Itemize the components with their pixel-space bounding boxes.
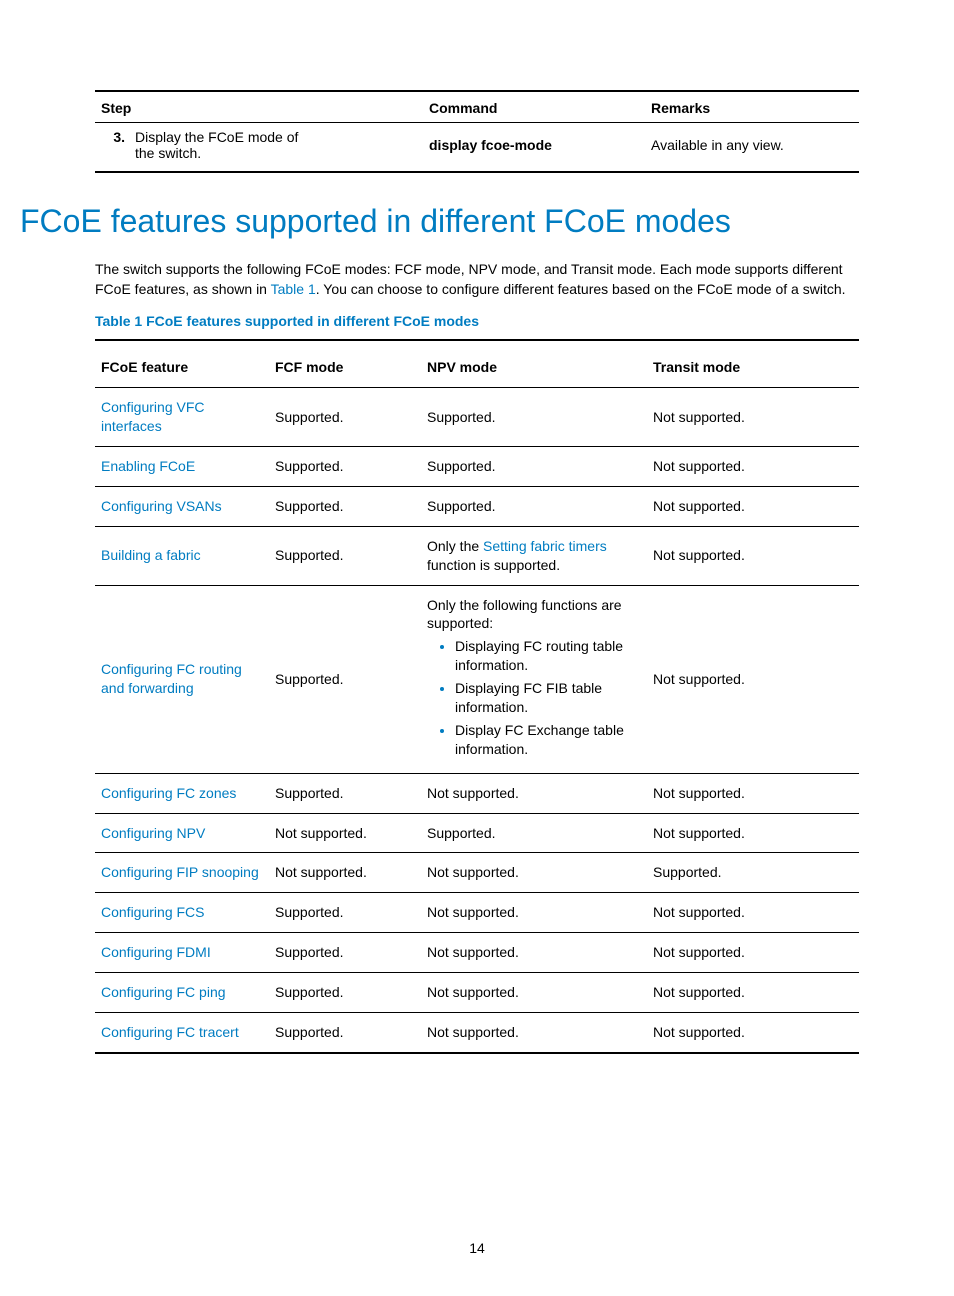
fcf-cell: Supported.: [269, 388, 421, 447]
fcf-cell: Not supported.: [269, 813, 421, 853]
intro-paragraph: The switch supports the following FCoE m…: [95, 260, 859, 299]
feat-header-fcf: FCF mode: [269, 340, 421, 388]
npv-cell: Not supported.: [421, 933, 647, 973]
feature-link[interactable]: Configuring FC zones: [101, 785, 236, 801]
feature-link[interactable]: Configuring VFC interfaces: [101, 399, 205, 434]
fcf-cell: Supported.: [269, 933, 421, 973]
feature-table: FCoE feature FCF mode NPV mode Transit m…: [95, 339, 859, 1054]
fcf-cell: Supported.: [269, 1013, 421, 1053]
fcf-cell: Supported.: [269, 773, 421, 813]
transit-cell: Not supported.: [647, 893, 859, 933]
feature-link[interactable]: Configuring VSANs: [101, 498, 222, 514]
transit-cell: Not supported.: [647, 486, 859, 526]
feature-link[interactable]: Configuring NPV: [101, 825, 205, 841]
npv-cell: Supported.: [421, 446, 647, 486]
table-row: Building a fabric Supported. Only the Se…: [95, 526, 859, 585]
npv-cell: Not supported.: [421, 773, 647, 813]
fcf-cell: Supported.: [269, 486, 421, 526]
npv-cell: Supported.: [421, 388, 647, 447]
feature-link[interactable]: Configuring FDMI: [101, 944, 211, 960]
transit-cell: Not supported.: [647, 526, 859, 585]
intro-text-2: . You can choose to configure different …: [316, 281, 846, 297]
fcf-cell: Supported.: [269, 446, 421, 486]
feat-header-npv: NPV mode: [421, 340, 647, 388]
step-header-remarks: Remarks: [645, 91, 859, 123]
transit-cell: Not supported.: [647, 446, 859, 486]
page-number: 14: [0, 1240, 954, 1256]
feature-link[interactable]: Building a fabric: [101, 547, 201, 563]
feature-link[interactable]: Configuring FC ping: [101, 984, 226, 1000]
table-row: Enabling FCoE Supported. Supported. Not …: [95, 446, 859, 486]
step-header-command: Command: [423, 91, 645, 123]
setting-fabric-timers-link[interactable]: Setting fabric timers: [483, 538, 607, 554]
feature-link[interactable]: Configuring FC routing and forwarding: [101, 661, 242, 696]
table-row: Configuring FIP snooping Not supported. …: [95, 853, 859, 893]
table-row: Configuring VFC interfaces Supported. Su…: [95, 388, 859, 447]
transit-cell: Supported.: [647, 853, 859, 893]
transit-cell: Not supported.: [647, 388, 859, 447]
table-row: Configuring FC routing and forwarding Su…: [95, 585, 859, 773]
transit-cell: Not supported.: [647, 933, 859, 973]
npv-cell: Not supported.: [421, 893, 647, 933]
step-table: Step Command Remarks 3. Display the FCoE…: [95, 90, 859, 173]
list-item: Display FC Exchange table information.: [455, 721, 641, 759]
step-command: display fcoe-mode: [423, 123, 645, 173]
step-row: 3. Display the FCoE mode of the switch. …: [95, 123, 859, 173]
section-heading: FCoE features supported in different FCo…: [20, 203, 859, 240]
feature-link[interactable]: Enabling FCoE: [101, 458, 195, 474]
table-row: Configuring NPV Not supported. Supported…: [95, 813, 859, 853]
npv-text-post: function is supported.: [427, 557, 560, 573]
npv-cell: Only the Setting fabric timers function …: [421, 526, 647, 585]
table-row: Configuring FDMI Supported. Not supporte…: [95, 933, 859, 973]
npv-cell: Only the following functions are support…: [421, 585, 647, 773]
feat-header-feature: FCoE feature: [95, 340, 269, 388]
feat-header-transit: Transit mode: [647, 340, 859, 388]
fcf-cell: Supported.: [269, 973, 421, 1013]
feature-link[interactable]: Configuring FIP snooping: [101, 864, 259, 880]
transit-cell: Not supported.: [647, 773, 859, 813]
table-row: Configuring FCS Supported. Not supported…: [95, 893, 859, 933]
fcf-cell: Supported.: [269, 893, 421, 933]
transit-cell: Not supported.: [647, 1013, 859, 1053]
transit-cell: Not supported.: [647, 813, 859, 853]
fcf-cell: Supported.: [269, 585, 421, 773]
npv-cell: Supported.: [421, 813, 647, 853]
npv-text-pre: Only the: [427, 538, 483, 554]
npv-cell: Not supported.: [421, 1013, 647, 1053]
feature-link[interactable]: Configuring FCS: [101, 904, 205, 920]
list-item: Displaying FC routing table information.: [455, 637, 641, 675]
step-header-step: Step: [95, 91, 423, 123]
fcf-cell: Not supported.: [269, 853, 421, 893]
table-row: Configuring VSANs Supported. Supported. …: [95, 486, 859, 526]
table-caption: Table 1 FCoE features supported in diffe…: [95, 313, 859, 329]
transit-cell: Not supported.: [647, 585, 859, 773]
fcf-cell: Supported.: [269, 526, 421, 585]
table-row: Configuring FC zones Supported. Not supp…: [95, 773, 859, 813]
step-number: 3.: [101, 129, 133, 161]
step-text: Display the FCoE mode of the switch.: [133, 129, 311, 161]
npv-intro-text: Only the following functions are support…: [427, 596, 641, 634]
table-1-link[interactable]: Table 1: [271, 281, 316, 297]
npv-cell: Supported.: [421, 486, 647, 526]
step-remarks: Available in any view.: [645, 123, 859, 173]
transit-cell: Not supported.: [647, 973, 859, 1013]
feature-link[interactable]: Configuring FC tracert: [101, 1024, 239, 1040]
table-row: Configuring FC ping Supported. Not suppo…: [95, 973, 859, 1013]
npv-cell: Not supported.: [421, 853, 647, 893]
npv-cell: Not supported.: [421, 973, 647, 1013]
table-row: Configuring FC tracert Supported. Not su…: [95, 1013, 859, 1053]
list-item: Displaying FC FIB table information.: [455, 679, 641, 717]
